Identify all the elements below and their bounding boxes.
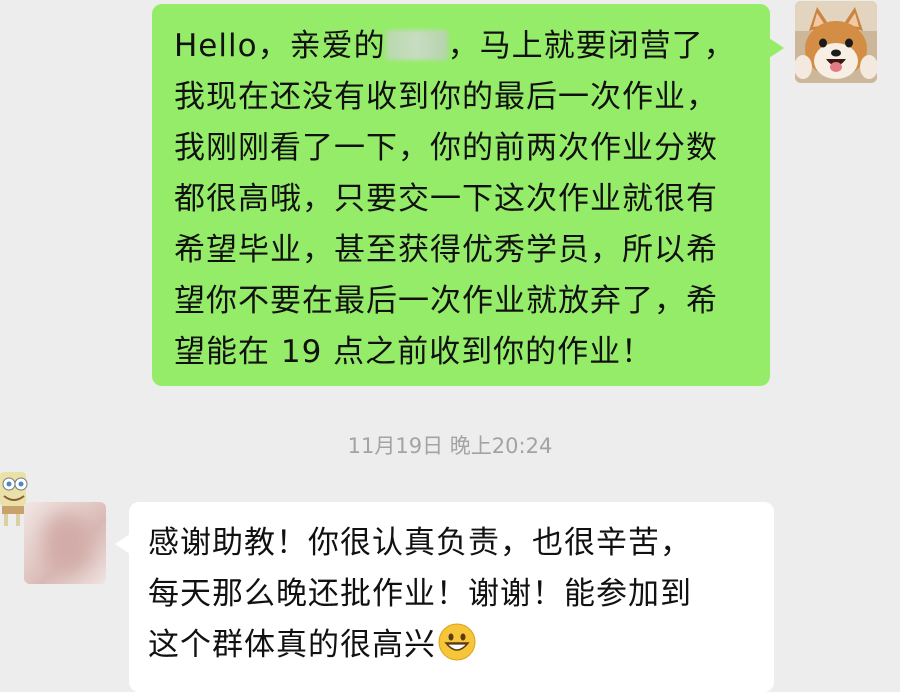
- outgoing-line-1b: ，马上就要闭营了，: [447, 28, 736, 64]
- outgoing-message-text: Hello，亲爱的 ，马上就要闭营了， 我现在还没有收到你的最后一次作业， 我刚刚…: [174, 21, 752, 378]
- my-avatar[interactable]: [795, 1, 877, 83]
- blurred-photo: [44, 514, 90, 572]
- incoming-line-3: 这个群体真的很高兴: [148, 627, 436, 663]
- incoming-line-2: 每天那么晚还批作业！谢谢！能参加到: [148, 576, 692, 612]
- outgoing-line-2: 我现在还没有收到你的最后一次作业，: [174, 79, 718, 115]
- contact-avatar[interactable]: [24, 502, 106, 584]
- outgoing-line-6: 望你不要在最后一次作业就放弃了，希: [174, 283, 718, 319]
- incoming-message-text: 感谢助教！你很认真负责，也很辛苦， 每天那么晚还批作业！谢谢！能参加到 这个群体…: [148, 518, 756, 671]
- message-timestamp: 11月19日 晚上20:24: [347, 434, 553, 458]
- incoming-line-1: 感谢助教！你很认真负责，也很辛苦，: [148, 525, 692, 561]
- grinning-face-emoji-icon: [438, 623, 476, 661]
- chat-window: Hello，亲爱的 ，马上就要闭营了， 我现在还没有收到你的最后一次作业， 我刚刚…: [0, 0, 900, 692]
- outgoing-message-bubble[interactable]: Hello，亲爱的 ，马上就要闭营了， 我现在还没有收到你的最后一次作业， 我刚刚…: [152, 4, 784, 386]
- redacted-name-blur: [385, 30, 448, 60]
- shiba-dog-avatar-icon: [795, 1, 877, 83]
- outgoing-line-1a: Hello，亲爱的: [174, 28, 386, 64]
- incoming-message-bubble[interactable]: 感谢助教！你很认真负责，也很辛苦， 每天那么晚还批作业！谢谢！能参加到 这个群体…: [115, 502, 774, 692]
- outgoing-line-7: 望能在 19 点之前收到你的作业！: [174, 334, 654, 370]
- outgoing-line-5: 希望毕业，甚至获得优秀学员，所以希: [174, 232, 718, 268]
- outgoing-line-3: 我刚刚看了一下，你的前两次作业分数: [174, 130, 718, 166]
- outgoing-line-4: 都很高哦，只要交一下这次作业就很有: [174, 181, 718, 217]
